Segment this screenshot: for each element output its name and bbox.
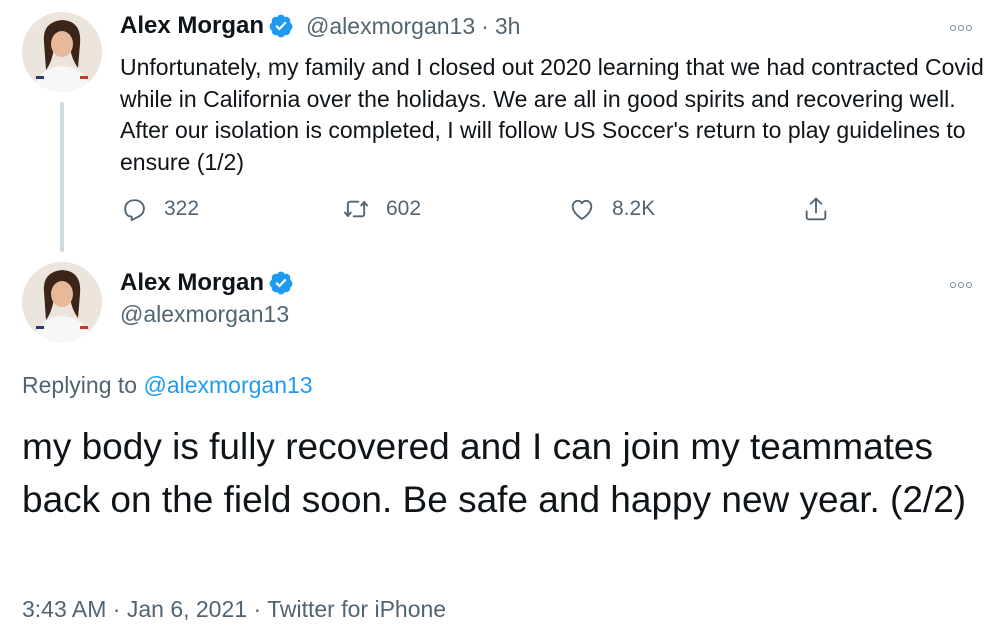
tweet-metadata: 3:43 AM · Jan 6, 2021 · Twitter for iPho… (22, 596, 446, 623)
separator-dot: · (253, 596, 262, 622)
separator-dot: · (112, 596, 121, 622)
tweet-actions: 322 602 8.2K (120, 195, 840, 227)
tweet-date[interactable]: Jan 6, 2021 (127, 596, 247, 622)
avatar[interactable] (22, 262, 102, 342)
more-options-icon[interactable] (946, 278, 976, 292)
heart-icon (571, 199, 593, 220)
reply-count: 322 (164, 197, 200, 220)
author-handle[interactable]: @alexmorgan13 (306, 13, 475, 40)
like-button[interactable]: 8.2K (568, 195, 655, 223)
share-button[interactable] (802, 195, 830, 223)
separator-dot: · (481, 12, 489, 39)
replying-handle-link[interactable]: @alexmorgan13 (143, 372, 312, 398)
tweet-text: my body is fully recovered and I can joi… (22, 426, 967, 520)
avatar[interactable] (22, 12, 102, 92)
more-options-icon[interactable] (946, 21, 976, 35)
thread-connector-line (60, 102, 64, 252)
retweet-icon (343, 200, 369, 218)
verified-badge-icon (268, 13, 294, 39)
replying-to: Replying to @alexmorgan13 (22, 372, 313, 399)
tweet-header: Alex Morgan @alexmorgan13 · 3h (120, 12, 520, 40)
like-count: 8.2K (612, 197, 656, 220)
share-icon (805, 197, 827, 221)
tweet-timestamp[interactable]: 3h (495, 13, 521, 40)
tweet-source[interactable]: Twitter for iPhone (267, 596, 446, 622)
reply-button[interactable]: 322 (120, 195, 199, 223)
tweet-time[interactable]: 3:43 AM (22, 596, 106, 622)
author-handle[interactable]: @alexmorgan13 (120, 301, 289, 328)
author-name[interactable]: Alex Morgan (120, 12, 264, 40)
tweet-header: Alex Morgan (120, 269, 294, 297)
author-name[interactable]: Alex Morgan (120, 269, 264, 297)
replying-prefix: Replying to (22, 372, 138, 398)
retweet-count: 602 (386, 197, 422, 220)
retweet-button[interactable]: 602 (342, 195, 421, 223)
tweet-text: Unfortunately, my family and I closed ou… (120, 54, 984, 175)
verified-badge-icon (268, 270, 294, 296)
reply-icon (124, 199, 145, 222)
